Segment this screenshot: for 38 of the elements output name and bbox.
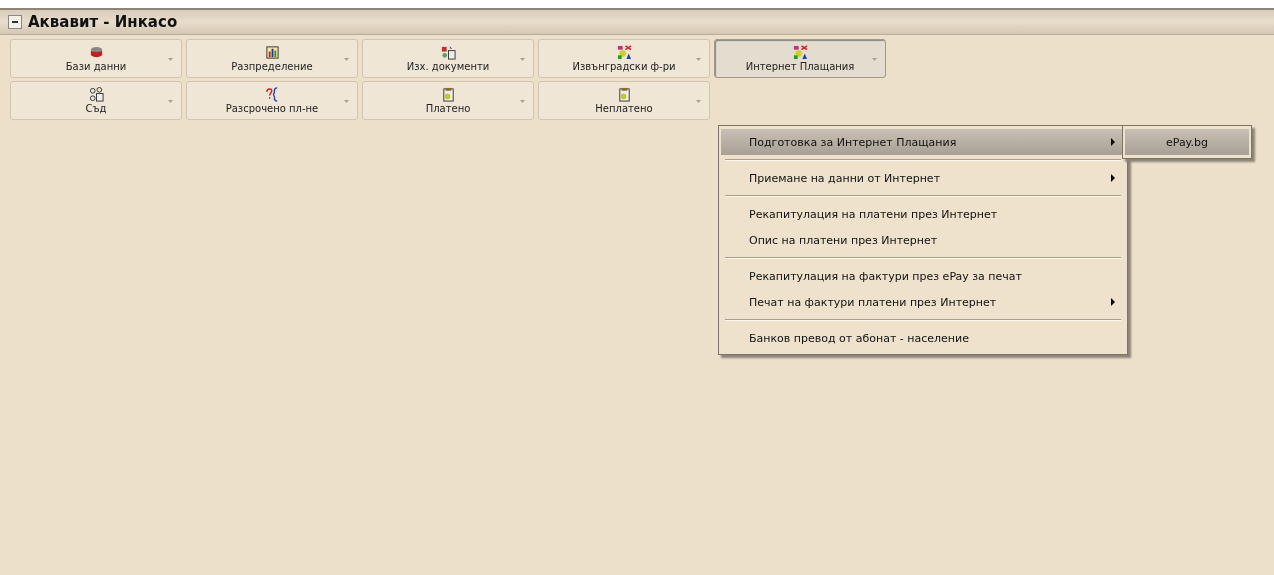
- chart-icon: [264, 45, 280, 60]
- menu-item[interactable]: ePay.bg: [1125, 129, 1249, 155]
- dropdown-caret-icon: [168, 58, 173, 61]
- dropdown-caret-icon: [344, 100, 349, 103]
- minus-icon: [11, 18, 19, 26]
- clipboard-icon: [616, 87, 632, 102]
- toolbar-button[interactable]: Разсрочено пл-не: [186, 81, 358, 120]
- question-bracket-icon: [264, 87, 280, 102]
- dropdown-caret-icon: [520, 58, 525, 61]
- menu-item[interactable]: Опис на платени през Интернет: [721, 227, 1125, 253]
- documents-icon: [440, 45, 456, 60]
- dropdown-caret-icon: [344, 58, 349, 61]
- toolbar-button[interactable]: Платено: [362, 81, 534, 120]
- toolbar-button[interactable]: Интернет Плащания: [714, 39, 886, 78]
- clipboard-icon: [440, 87, 456, 102]
- window-title: Аквавит - Инкасо: [28, 13, 178, 31]
- toolbar-button[interactable]: Съд: [10, 81, 182, 120]
- dropdown-caret-icon: [520, 100, 525, 103]
- toolbar-button[interactable]: Неплатено: [538, 81, 710, 120]
- shapes-icon: [792, 45, 808, 60]
- toolbar-button[interactable]: Извънградски ф-ри: [538, 39, 710, 78]
- menu-item[interactable]: Приемане на данни от Интернет: [721, 165, 1125, 191]
- minimize-button[interactable]: [8, 15, 22, 29]
- dropdown-caret-icon: [168, 100, 173, 103]
- toolbar-button[interactable]: Изх. документи: [362, 39, 534, 78]
- toolbar-button[interactable]: Бази данни: [10, 39, 182, 78]
- network-icon: [88, 87, 104, 102]
- dropdown-caret-icon: [696, 100, 701, 103]
- dropdown-caret-icon: [872, 58, 877, 61]
- database-icon: [88, 45, 104, 60]
- menu-item[interactable]: Печат на фактури платени през Интернет: [721, 289, 1125, 315]
- shapes-icon: [616, 45, 632, 60]
- menu-item[interactable]: Банков превод от абонат - население: [721, 325, 1125, 351]
- menu-item[interactable]: Рекапитулация на фактури през ePay за печат: [721, 263, 1125, 289]
- menu-item[interactable]: Рекапитулация на платени през Интернет: [721, 201, 1125, 227]
- toolbar-button[interactable]: Разпределение: [186, 39, 358, 78]
- menu-item[interactable]: Подготовка за Интернет Плащания: [721, 129, 1125, 155]
- dropdown-caret-icon: [696, 58, 701, 61]
